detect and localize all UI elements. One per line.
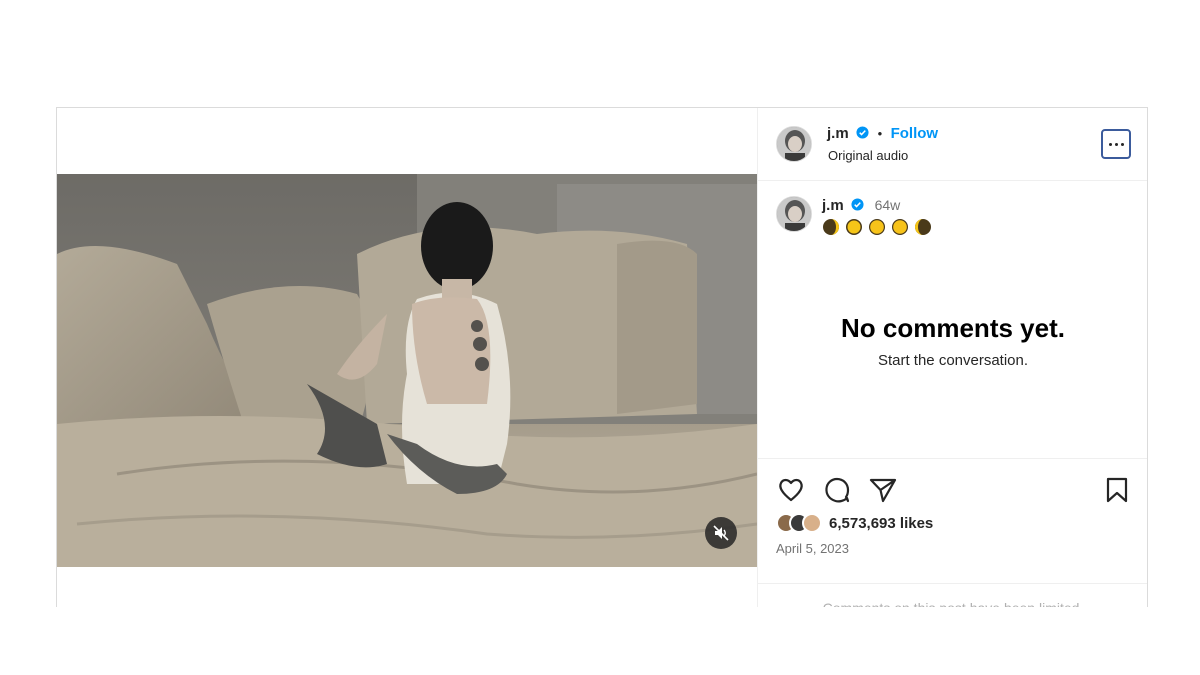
likes-count[interactable]: 6,573,693 likes [829,515,933,532]
no-comments-subtitle: Start the conversation. [877,352,1029,369]
verified-badge-icon [851,198,864,211]
follow-button[interactable]: Follow [891,125,939,142]
post-side-panel: j.m • Follow Original audio j.m 64w No c… [757,108,1147,607]
post-date[interactable]: April 5, 2023 [776,541,849,556]
speaker-muted-icon [713,525,729,541]
full-moon-icon [892,219,908,235]
liker-avatar [802,513,822,533]
comments-limited-notice: Comments on this post have been limited. [758,583,1147,607]
avatar-image [777,127,811,161]
comment-icon[interactable] [822,475,852,505]
waning-crescent-moon-icon [915,219,931,235]
bookmark-icon[interactable] [1102,475,1132,505]
author-avatar[interactable] [776,126,812,162]
waxing-crescent-moon-icon [823,219,839,235]
no-comments-state: No comments yet. Start the conversation. [758,313,1147,369]
video-player[interactable] [57,174,757,567]
video-frame [57,174,757,567]
paper-plane-icon[interactable] [868,475,898,505]
ellipsis-dot [1114,142,1118,146]
more-options-button[interactable] [1101,129,1131,159]
first-quarter-moon-icon [846,219,862,235]
post-dialog: j.m • Follow Original audio j.m 64w No c… [56,107,1148,607]
mute-toggle-button[interactable] [705,517,737,549]
verified-badge-icon [856,126,869,139]
post-header: j.m • Follow Original audio [758,108,1147,181]
author-username[interactable]: j.m [827,125,849,142]
caption-avatar[interactable] [776,196,812,232]
audio-label[interactable]: Original audio [828,148,908,163]
caption-title-row: j.m 64w [822,196,1130,215]
caption-time[interactable]: 64w [875,197,901,213]
media-panel [57,108,757,607]
heart-icon[interactable] [776,475,806,505]
likes-row: 6,573,693 likes [776,513,933,533]
header-title-row: j.m • Follow [827,125,938,143]
avatar-image [777,197,811,231]
ellipsis-dot [1120,142,1124,146]
no-comments-title: No comments yet. [841,313,1065,343]
post-actions: 6,573,693 likes April 5, 2023 [758,458,1147,584]
full-moon-icon [869,219,885,235]
ellipsis-icon [1108,142,1112,146]
caption: j.m 64w [776,196,1130,236]
separator-dot: • [877,126,883,141]
caption-emojis [822,218,1130,236]
caption-username[interactable]: j.m [822,197,844,214]
